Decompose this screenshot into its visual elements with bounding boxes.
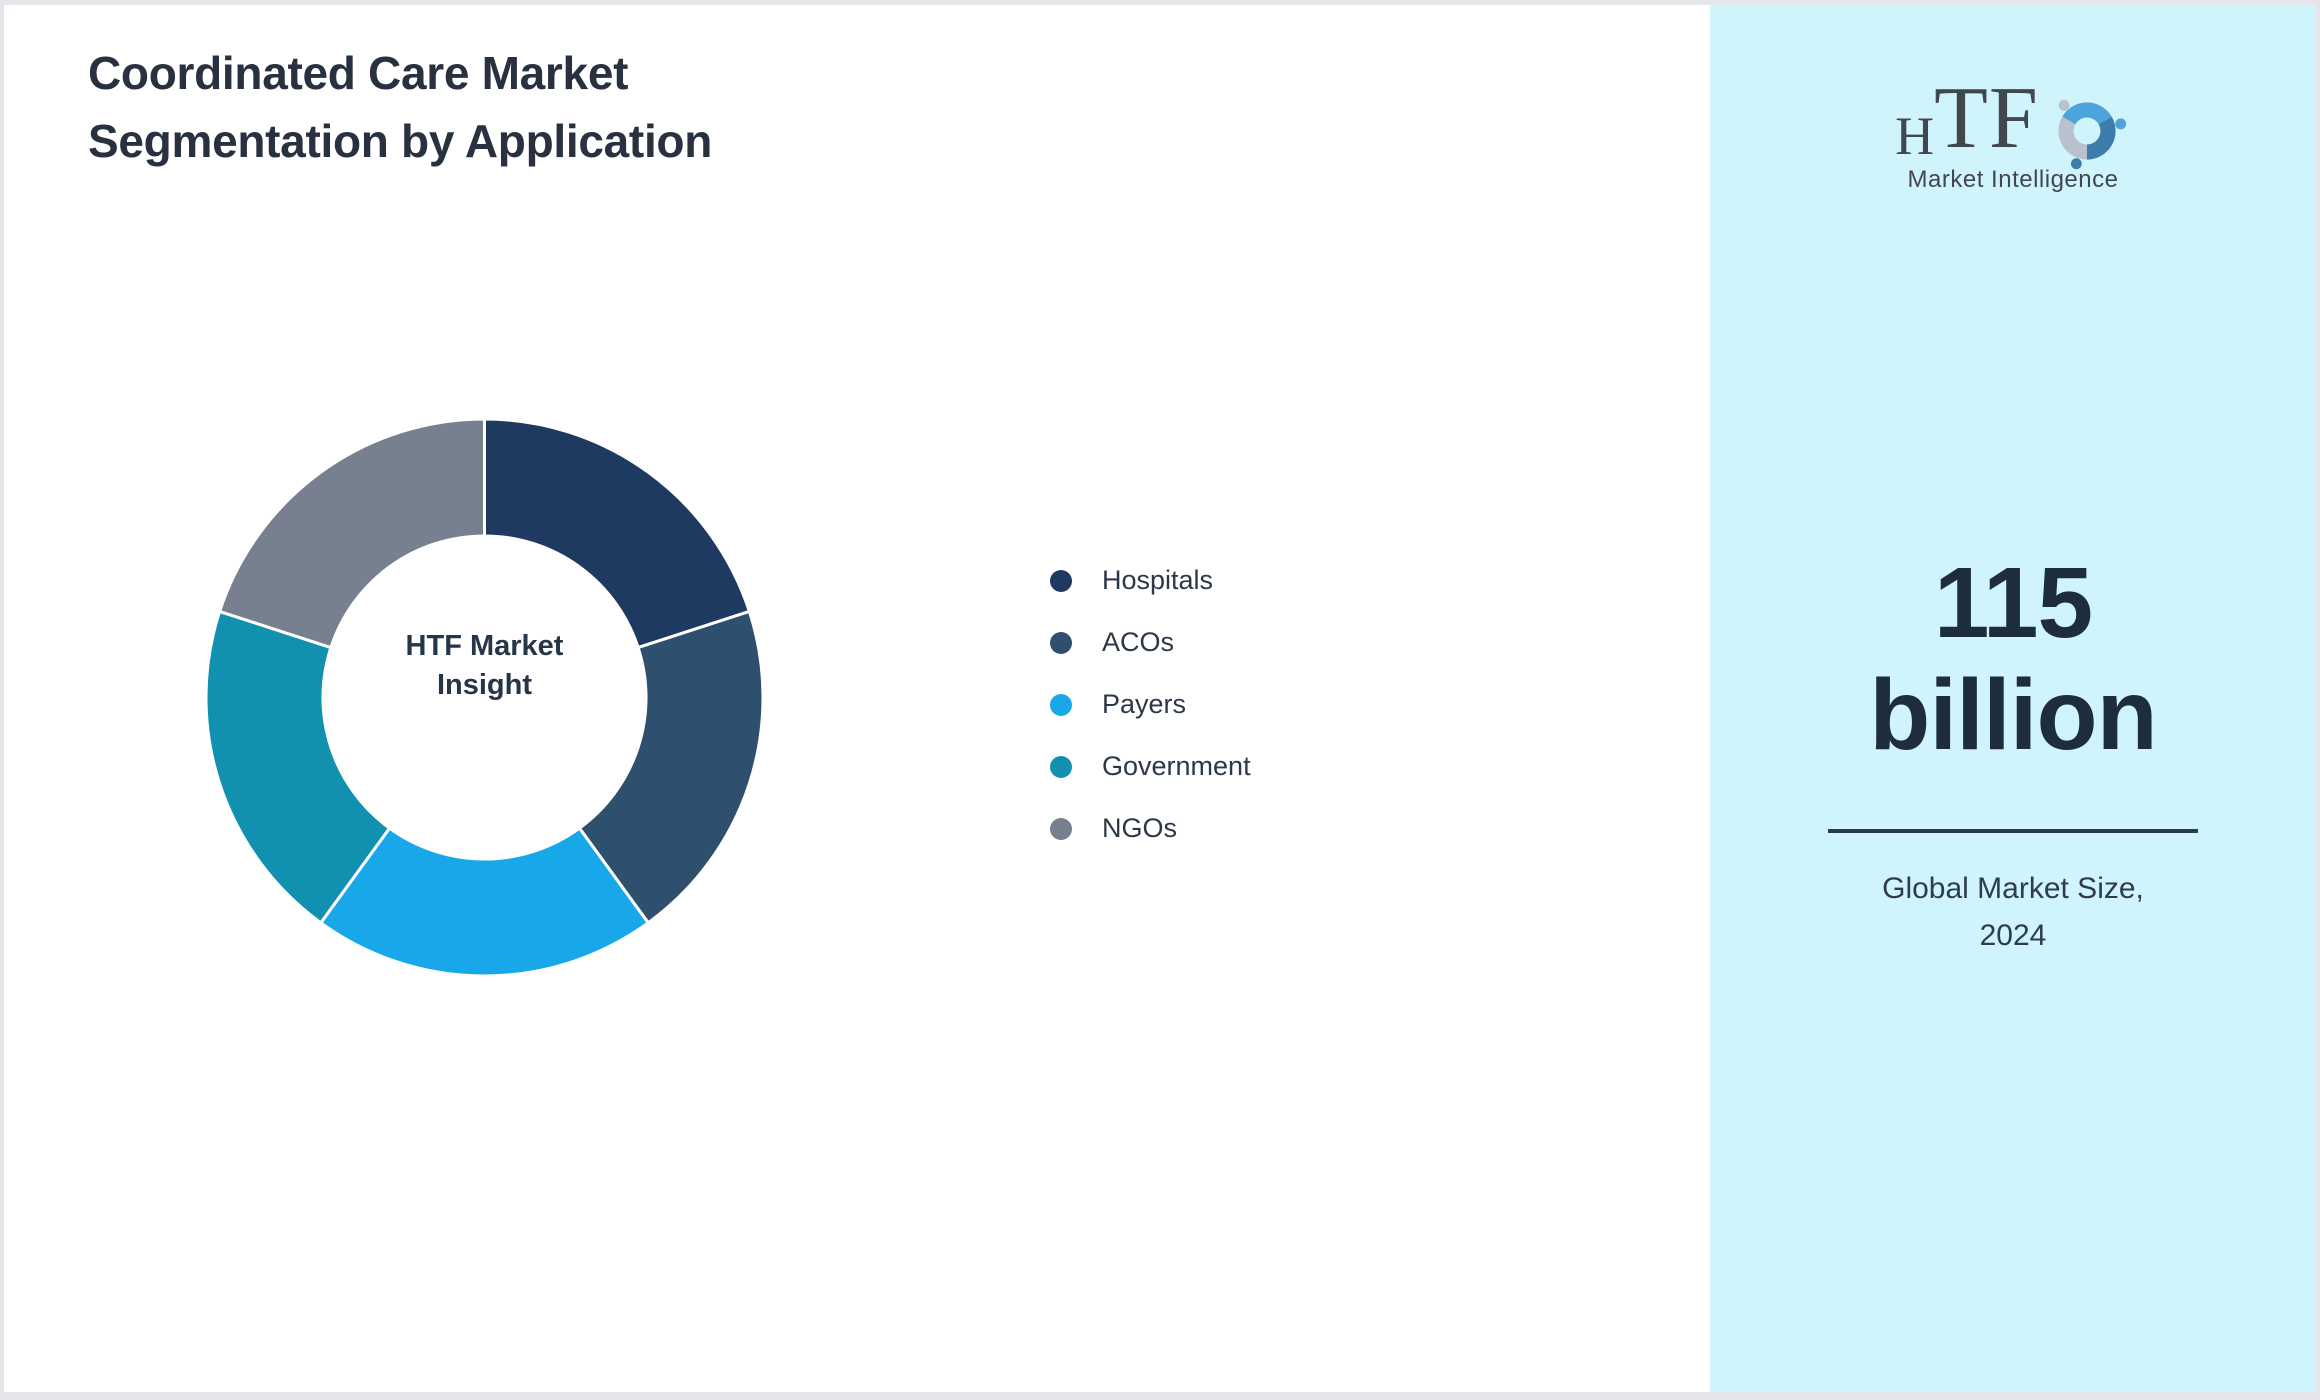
- legend-item-payers: Payers: [1050, 689, 1251, 719]
- market-size-caption: Global Market Size, 2024: [1710, 865, 2316, 959]
- legend-item-hospitals: Hospitals: [1050, 565, 1251, 595]
- chart-legend: Hospitals ACOs Payers Government NGOs: [1050, 565, 1251, 843]
- donut-slice-hospitals: [483, 419, 751, 650]
- logo-text-tf: TF: [1934, 70, 2039, 167]
- caption-line1: Global Market Size,: [1882, 872, 2144, 905]
- legend-swatch-acos: [1050, 631, 1072, 654]
- page-title: Coordinated Care Market Segmentation by A…: [88, 39, 712, 175]
- legend-swatch-government: [1050, 755, 1072, 778]
- legend-item-acos: ACOs: [1050, 627, 1251, 657]
- htf-swirl-icon: [2058, 99, 2126, 170]
- htf-logo: H TF Market Intelligence: [1710, 75, 2316, 194]
- legend-label-ngos: NGOs: [1102, 813, 1178, 843]
- legend-label-acos: ACOs: [1102, 627, 1175, 657]
- logo-text-h: H: [1895, 106, 1935, 166]
- legend-item-ngos: NGOs: [1050, 813, 1251, 843]
- market-size-value: 115 billion: [1710, 547, 2316, 771]
- divider-line: [1828, 829, 2198, 833]
- page-title-line1: Coordinated Care Market: [88, 47, 629, 99]
- legend-swatch-payers: [1050, 693, 1072, 716]
- legend-label-payers: Payers: [1102, 689, 1187, 719]
- legend-swatch-hospitals: [1050, 569, 1072, 592]
- donut-slice-ngos: [218, 419, 486, 650]
- legend-item-government: Government: [1050, 751, 1251, 781]
- htf-logo-row: H TF: [1710, 70, 2316, 170]
- sidebar: H TF Market Intelligence 115 billion Glo…: [1710, 5, 2316, 1392]
- legend-label-government: Government: [1102, 751, 1251, 781]
- legend-swatch-ngos: [1050, 817, 1072, 840]
- infographic-canvas: Coordinated Care Market Segmentation by A…: [4, 5, 2316, 1392]
- caption-line2: 2024: [1979, 919, 2047, 952]
- market-size-number: 115: [1933, 547, 2093, 659]
- donut-chart: HTF Market Insight: [206, 419, 763, 976]
- page-title-line2: Segmentation by Application: [88, 115, 713, 167]
- chart-center-label: HTF Market Insight: [405, 630, 564, 701]
- logo-subtext: Market Intelligence: [1907, 166, 2119, 193]
- market-size-unit: billion: [1869, 659, 2157, 771]
- legend-label-hospitals: Hospitals: [1102, 565, 1214, 595]
